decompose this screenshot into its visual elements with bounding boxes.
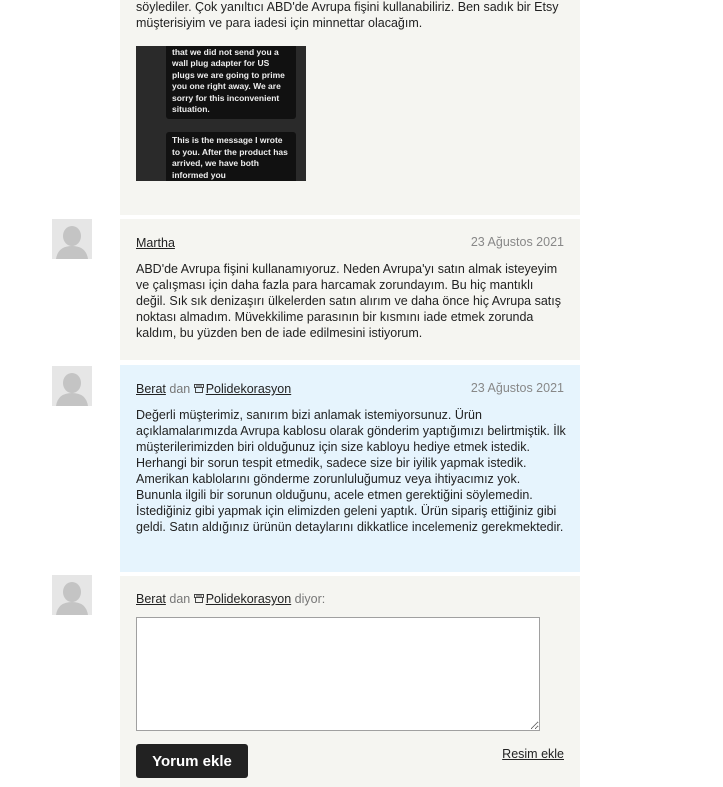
screenshot-message-1: the orders and found out that we did not… <box>166 46 296 119</box>
comment-text-seller: Değerli müşterimiz, sanırım bizi anlamak… <box>136 408 566 534</box>
previous-comment-text: söylediler. Çok yanıltıcı ABD'de Avrupa … <box>136 0 559 30</box>
from-label: dan <box>169 382 191 396</box>
says-label: diyor: <box>294 592 326 606</box>
reply-textarea[interactable] <box>136 617 540 731</box>
default-user-icon <box>52 366 92 406</box>
screenshot-message-2: This is the message I wrote to you. Afte… <box>166 132 296 181</box>
attached-screenshot[interactable]: the orders and found out that we did not… <box>136 46 306 181</box>
shop-link[interactable]: Polidekorasyon <box>206 382 291 396</box>
add-image-link[interactable]: Resim ekle <box>502 747 564 761</box>
shop-icon <box>193 381 204 393</box>
reply-author-line: Berat dan Polidekorasyon diyor: <box>136 591 325 607</box>
author-link-berat[interactable]: Berat <box>136 382 166 396</box>
comment-date: 23 Ağustos 2021 <box>470 381 564 395</box>
avatar[interactable] <box>52 575 92 615</box>
avatar[interactable] <box>52 219 92 259</box>
default-user-icon <box>52 575 92 615</box>
add-comment-button[interactable]: Yorum ekle <box>136 744 248 778</box>
shop-icon <box>193 591 204 603</box>
avatar[interactable] <box>52 366 92 406</box>
comment-author-line: Martha <box>136 235 175 251</box>
default-user-icon <box>52 219 92 259</box>
from-label: dan <box>169 592 191 606</box>
comment-text-martha: ABD'de Avrupa fişini kullanamıyoruz. Ned… <box>136 262 561 340</box>
comment-author-line: Berat dan Polidekorasyon <box>136 381 291 397</box>
shop-link[interactable]: Polidekorasyon <box>206 592 291 606</box>
author-link-berat[interactable]: Berat <box>136 592 166 606</box>
author-link-martha[interactable]: Martha <box>136 236 175 250</box>
comment-date: 23 Ağustos 2021 <box>470 235 564 249</box>
